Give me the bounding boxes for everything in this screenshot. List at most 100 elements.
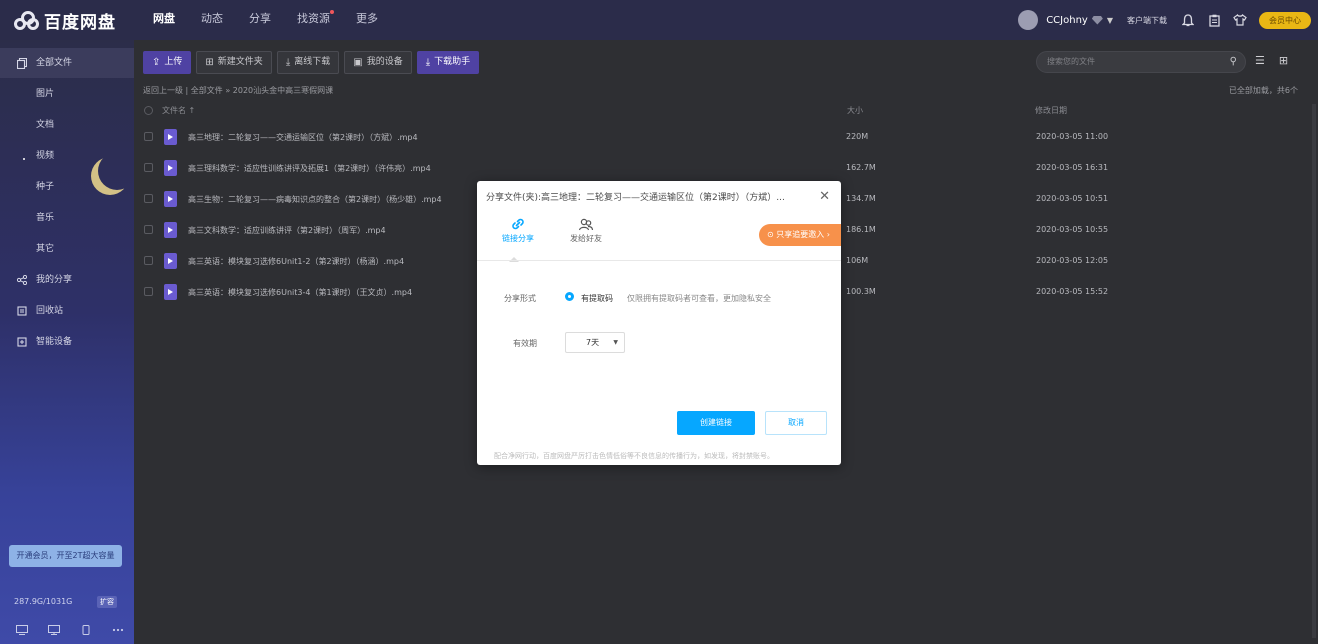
close-icon[interactable]: ✕ — [819, 189, 830, 204]
nav-item-more[interactable]: 更多 — [343, 0, 391, 40]
bell-icon[interactable] — [1181, 13, 1195, 27]
search-icon[interactable]: ⚲ — [1230, 52, 1237, 72]
my-devices-button[interactable]: ▣ 我的设备 — [344, 51, 412, 74]
cancel-button[interactable]: 取消 — [765, 411, 827, 435]
device-icon — [17, 337, 27, 347]
sidebar-item-my-shares[interactable]: 我的分享 — [0, 265, 134, 295]
toolbar: ⇪ 上传 ⊞ 新建文件夹 ⤓ 离线下载 ▣ 我的设备 ⤓ 下载助手 — [143, 51, 480, 74]
tab-send-to-friend[interactable]: 发给好友 — [566, 215, 606, 244]
client-download-link[interactable]: 客户端下载 — [1127, 15, 1167, 26]
sidebar-item-label: 其它 — [36, 244, 55, 254]
extraction-code-radio[interactable] — [565, 292, 574, 301]
chevron-down-icon[interactable]: ▼ — [1107, 16, 1113, 25]
sidebar-item-music[interactable]: 音乐 — [0, 203, 134, 233]
sidebar-item-documents[interactable]: 文档 — [0, 110, 134, 140]
file-name[interactable]: 高三理科数学：适应性训练讲评及拓展1（第2课时）（许伟亮）.mp4 — [188, 163, 431, 174]
file-name[interactable]: 高三英语：模块复习选修6Unit1-2（第2课时）（杨涵）.mp4 — [188, 256, 404, 267]
expand-storage-button[interactable]: 扩容 — [97, 596, 117, 608]
row-checkbox[interactable] — [144, 163, 153, 172]
column-header-size[interactable]: 大小 — [847, 105, 863, 116]
search-input[interactable]: 搜索您的文件 ⚲ — [1036, 51, 1246, 73]
video-file-icon — [164, 222, 177, 238]
vip-center-button[interactable]: 会员中心 — [1259, 11, 1311, 29]
sidebar: 全部文件 图片 文档 视频 种子 音乐 其它 我的分享 回收站 智能设备 开通会… — [0, 40, 134, 644]
device-icon: ▣ — [353, 57, 363, 68]
download-icon: ⤓ — [285, 57, 291, 68]
column-header-name[interactable]: 文件名 ↑ — [162, 105, 195, 116]
message-icon[interactable] — [16, 625, 28, 635]
create-link-button[interactable]: 创建链接 — [677, 411, 755, 435]
new-folder-button[interactable]: ⊞ 新建文件夹 — [196, 51, 272, 74]
tab-label: 发给好友 — [570, 234, 602, 243]
phone-icon[interactable] — [80, 625, 92, 635]
shirt-icon[interactable] — [1233, 13, 1247, 27]
sidebar-item-others[interactable]: 其它 — [0, 234, 134, 264]
row-checkbox[interactable] — [144, 194, 153, 203]
folder-plus-icon: ⊞ — [205, 57, 214, 68]
file-date: 2020-03-05 16:31 — [1036, 163, 1109, 172]
view-toggles: ☰ ⊞ — [1255, 54, 1288, 67]
sort-icon[interactable]: ☰ — [1255, 54, 1265, 67]
file-name[interactable]: 高三生物：二轮复习——病毒知识点的整合（第2课时）（杨少雄）.mp4 — [188, 194, 442, 205]
offline-download-button[interactable]: ⤓ 离线下载 — [276, 51, 340, 74]
link-icon — [498, 215, 538, 233]
file-name[interactable]: 高三地理：二轮复习——交通运输区位（第2课时）（方斌）.mp4 — [188, 132, 418, 143]
video-file-icon — [164, 253, 177, 269]
my-devices-label: 我的设备 — [366, 57, 403, 67]
nav-item-netdisk[interactable]: 网盘 — [140, 0, 188, 40]
clipboard-icon[interactable] — [1207, 13, 1221, 27]
more-dots-icon[interactable] — [112, 625, 124, 635]
table-row[interactable]: 高三理科数学：适应性训练讲评及拓展1（第2课时）（许伟亮）.mp4 162.7M… — [143, 153, 1303, 184]
sidebar-item-label: 文档 — [36, 120, 55, 130]
scrollbar[interactable] — [1312, 104, 1316, 638]
policy-footnote: 配合净网行动，百度网盘严厉打击色情低俗等不良信息的传播行为，如发现，将封禁账号。 — [494, 452, 774, 460]
vip-upgrade-banner[interactable]: 开通会员，开至2T超大容量 — [9, 545, 122, 567]
share-icon — [17, 275, 27, 285]
table-row[interactable]: 高三地理：二轮复习——交通运输区位（第2课时）（方斌）.mp4 220M 202… — [143, 122, 1303, 153]
avatar[interactable] — [1018, 10, 1039, 30]
tab-link-share[interactable]: 链接分享 — [498, 215, 538, 244]
sidebar-item-images[interactable]: 图片 — [0, 79, 134, 109]
nav-item-share[interactable]: 分享 — [236, 0, 284, 40]
sidebar-item-label: 音乐 — [36, 213, 55, 223]
username[interactable]: CCJohny — [1046, 15, 1088, 26]
sidebar-item-all-files[interactable]: 全部文件 — [0, 48, 134, 78]
loaded-status: 已全部加载，共6个 — [1228, 86, 1298, 95]
breadcrumb[interactable]: 返回上一级 | 全部文件 » 2020汕头金中高三寒假网课 — [143, 85, 333, 96]
row-checkbox[interactable] — [144, 132, 153, 141]
extraction-code-radio-label[interactable]: 有提取码 — [581, 293, 613, 304]
file-name[interactable]: 高三英语：模块复习选修6Unit3-4（第1课时）（王文贞）.mp4 — [188, 287, 412, 298]
sidebar-item-smart-devices[interactable]: 智能设备 — [0, 327, 134, 357]
file-date: 2020-03-05 11:00 — [1036, 132, 1109, 141]
file-date: 2020-03-05 15:52 — [1036, 287, 1109, 296]
nav-item-find-resources[interactable]: 找资源 — [284, 0, 343, 40]
select-all-checkbox[interactable] — [144, 106, 153, 115]
table-header: 文件名 ↑ 大小 修改日期 — [143, 104, 1303, 119]
sidebar-item-torrents[interactable]: 种子 — [0, 172, 134, 202]
file-name[interactable]: 高三文科数学：适应训练讲评（第2课时）（周军）.mp4 — [188, 225, 386, 236]
download-helper-button[interactable]: ⤓ 下载助手 — [416, 51, 480, 74]
column-header-date[interactable]: 修改日期 — [1035, 105, 1067, 116]
nav-item-activity[interactable]: 动态 — [188, 0, 236, 40]
sidebar-item-videos[interactable]: 视频 — [0, 141, 134, 171]
invite-banner-button[interactable]: ⊙ 只享追要邀入 › — [759, 224, 841, 246]
upload-button[interactable]: ⇪ 上传 — [143, 51, 192, 74]
file-date: 2020-03-05 10:55 — [1036, 225, 1109, 234]
sidebar-item-recycle-bin[interactable]: 回收站 — [0, 296, 134, 326]
diamond-icon — [1091, 15, 1103, 25]
upload-button-label: 上传 — [164, 57, 183, 67]
monitor-icon[interactable] — [48, 625, 60, 635]
validity-select[interactable]: 7天 ▼ — [565, 332, 625, 353]
video-file-icon — [164, 160, 177, 176]
row-checkbox[interactable] — [144, 256, 153, 265]
grid-view-icon[interactable]: ⊞ — [1279, 54, 1288, 67]
row-checkbox[interactable] — [144, 225, 153, 234]
share-dialog: 分享文件(夹):高三地理：二轮复习——交通运输区位（第2课时）（方斌）... ✕… — [477, 181, 841, 465]
row-checkbox[interactable] — [144, 287, 153, 296]
app-logo[interactable]: 百度网盘 — [14, 8, 116, 33]
validity-value: 7天 — [586, 338, 600, 347]
file-date: 2020-03-05 10:51 — [1036, 194, 1109, 203]
upload-icon: ⇪ — [152, 57, 161, 68]
top-bar: 百度网盘 网盘 动态 分享 找资源 更多 CCJohny ▼ 客户端下载 会员中… — [0, 0, 1318, 40]
baidu-cloud-logo-icon — [14, 10, 40, 32]
